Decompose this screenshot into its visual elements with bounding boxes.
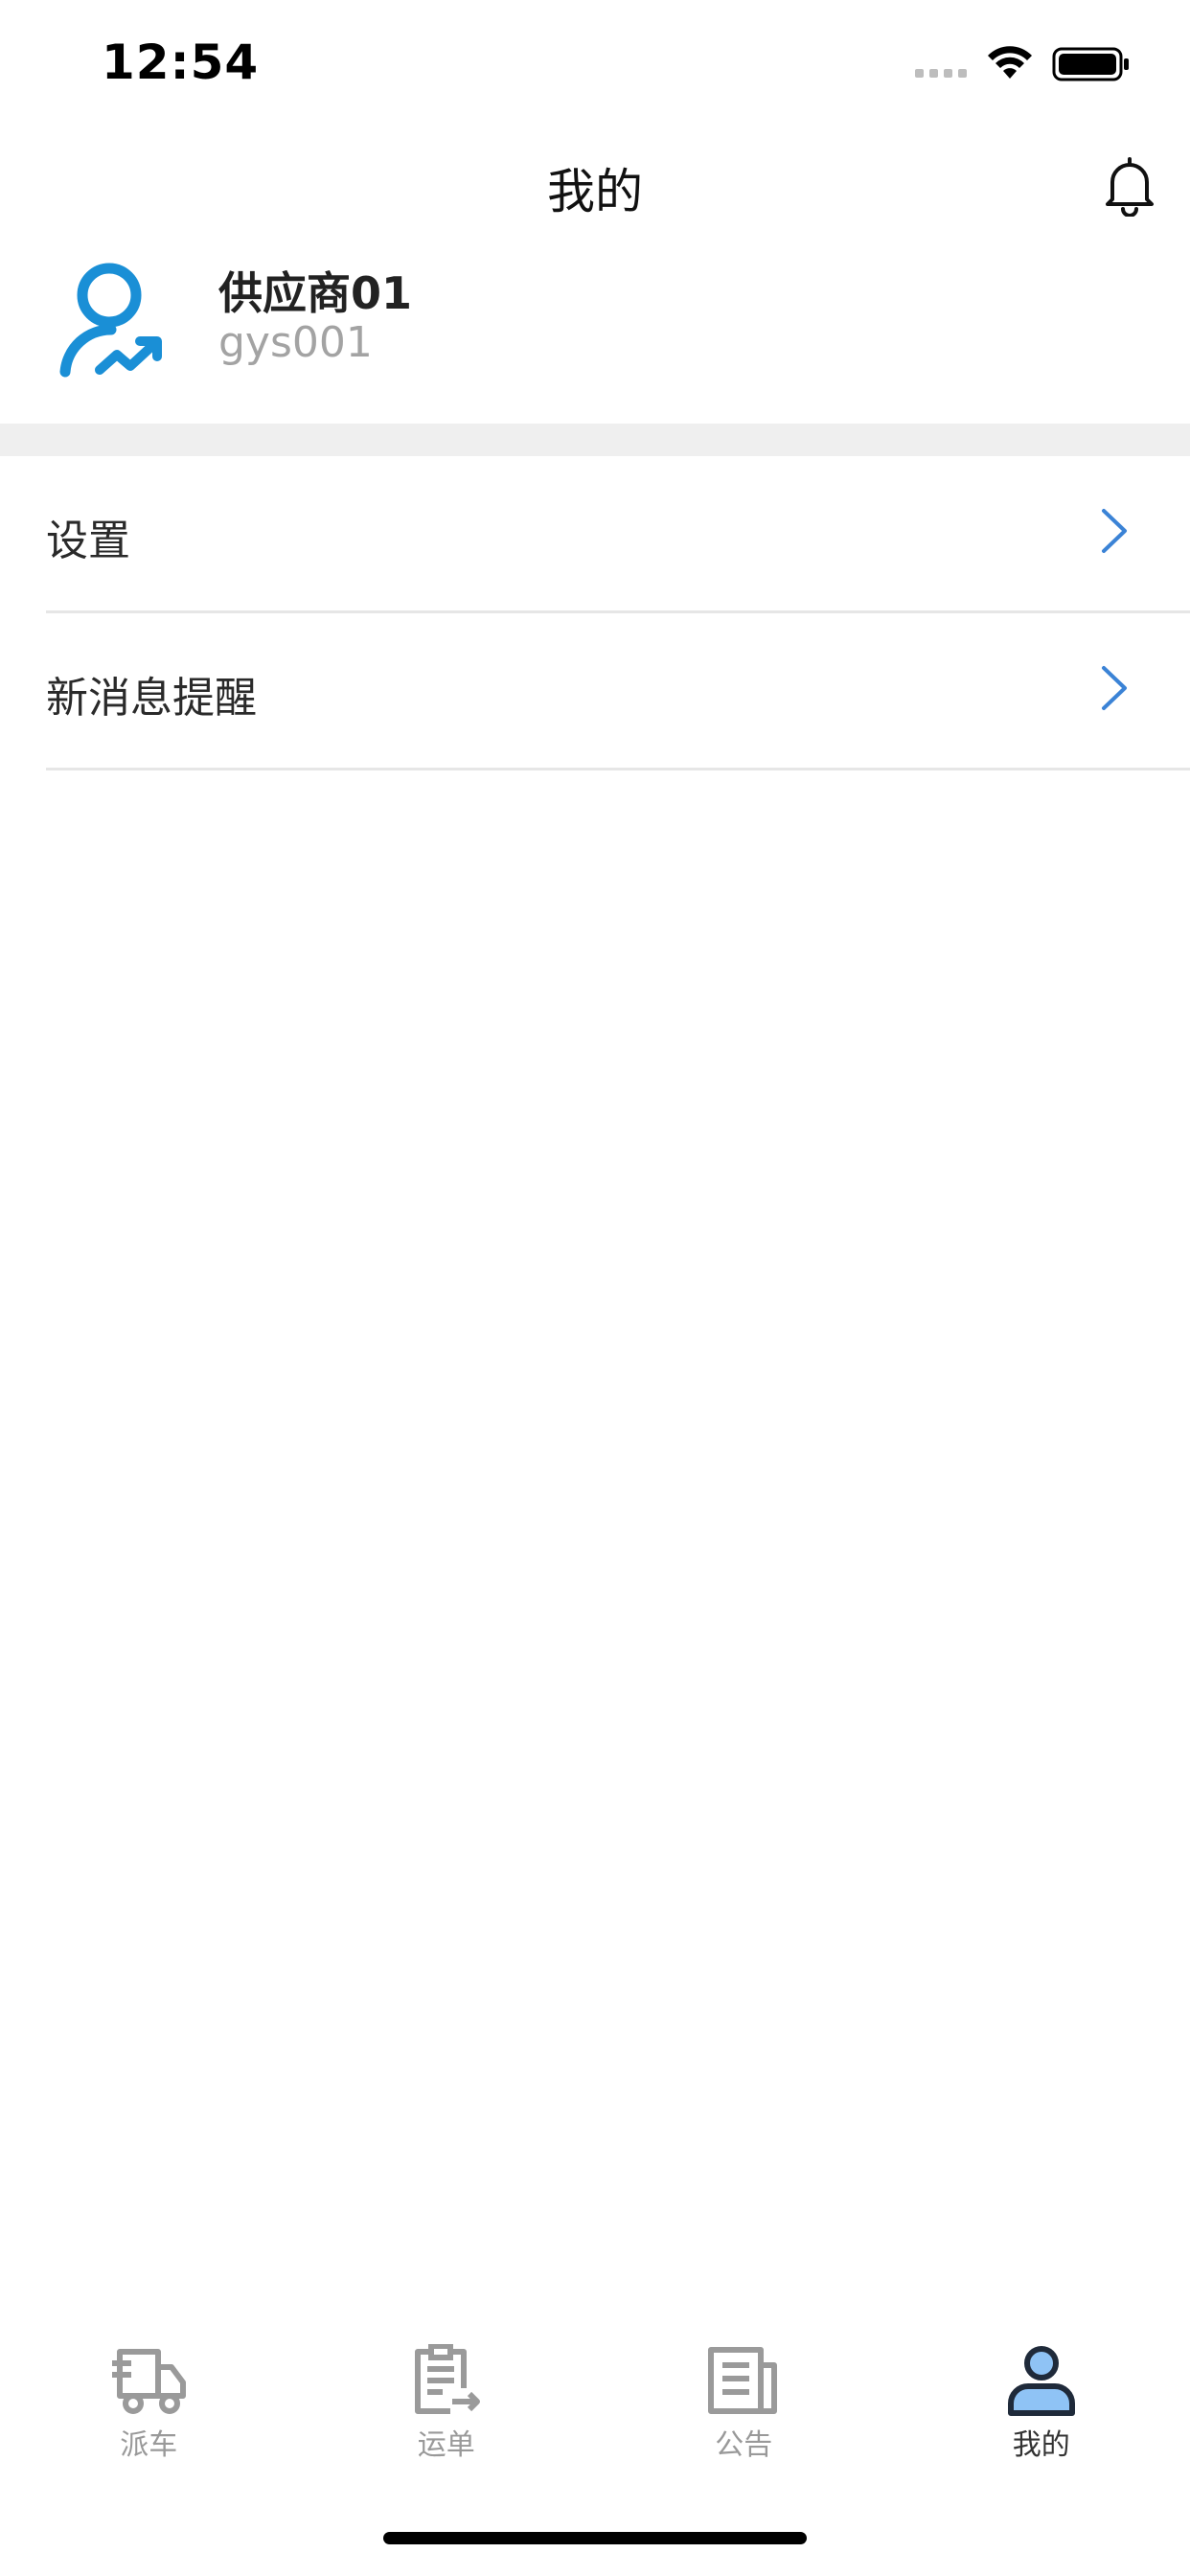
wifi-icon: [988, 46, 1032, 79]
home-indicator[interactable]: [383, 2532, 807, 2544]
user-name: 供应商01: [218, 267, 413, 319]
user-icon: [1007, 2346, 1075, 2416]
page-title: 我的: [547, 164, 643, 219]
notice-icon: [708, 2347, 778, 2414]
tab-label: 派车: [120, 2428, 178, 2462]
tab-bar: 派车 运单 公告 我的: [0, 2319, 1190, 2463]
tab-waybill[interactable]: 运单: [298, 2319, 596, 2463]
menu-item-new-message-alert[interactable]: 新消息提醒: [0, 613, 1190, 770]
divider: [46, 768, 1190, 770]
battery-icon: [1052, 47, 1129, 81]
menu-item-label: 新消息提醒: [46, 674, 257, 723]
bell-icon[interactable]: [1103, 153, 1156, 217]
cellular-signal-icon: [915, 69, 967, 78]
status-time: 12:54: [102, 34, 260, 90]
settings-menu: 设置 新消息提醒: [0, 456, 1190, 770]
chevron-right-icon: [1102, 666, 1127, 710]
user-account: gys001: [218, 318, 373, 367]
tab-mine[interactable]: 我的: [893, 2319, 1190, 2463]
tab-label: 我的: [1012, 2428, 1070, 2462]
profile-card[interactable]: 供应商01 gys001: [0, 251, 1190, 424]
status-bar: 12:54: [0, 0, 1190, 126]
tab-dispatch[interactable]: 派车: [0, 2319, 298, 2463]
mine-page: 12:54 我的 供应商01 gys001 设置 新消息提醒 派车 运单 公告 …: [0, 0, 1190, 2576]
supplier-avatar-icon: [59, 263, 162, 378]
section-divider: [0, 424, 1190, 456]
tab-label: 公告: [715, 2428, 773, 2462]
tab-label: 运单: [417, 2428, 475, 2462]
menu-item-settings[interactable]: 设置: [0, 456, 1190, 613]
truck-icon: [112, 2349, 187, 2414]
waybill-icon: [414, 2344, 480, 2414]
menu-item-label: 设置: [46, 517, 130, 565]
tab-notice[interactable]: 公告: [595, 2319, 893, 2463]
chevron-right-icon: [1102, 509, 1127, 553]
